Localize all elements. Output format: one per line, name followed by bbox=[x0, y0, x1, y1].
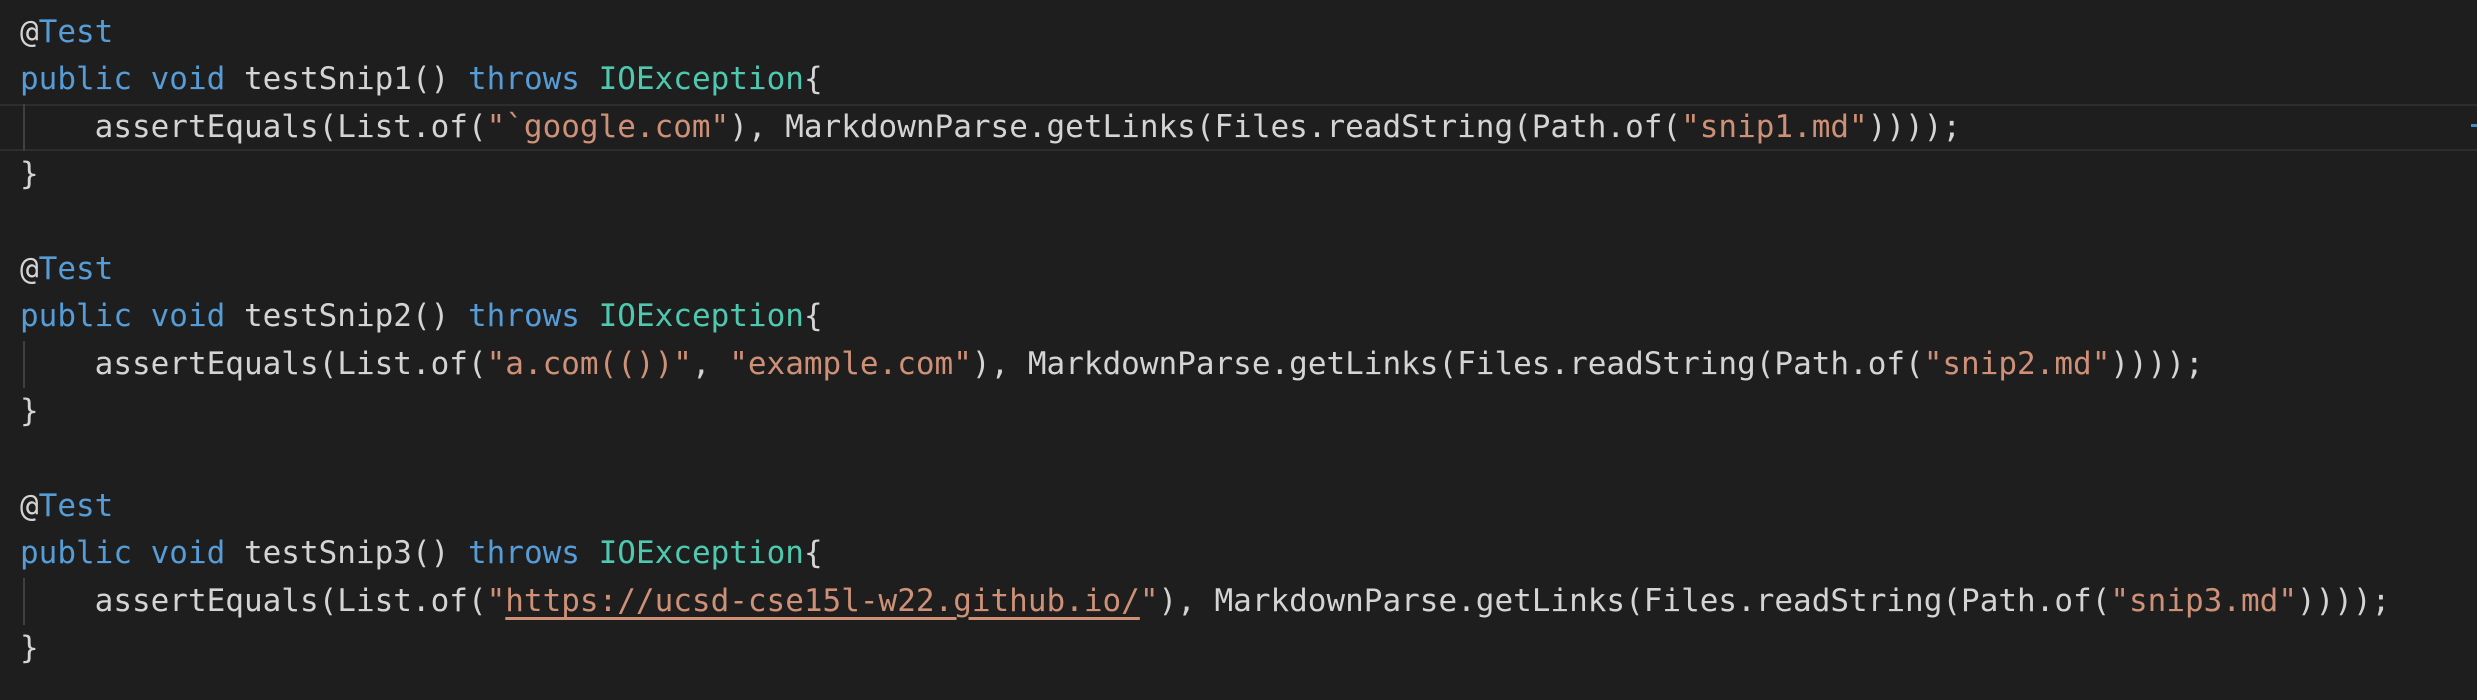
expected-url-string: "https://ucsd-cse15l-w22.github.io/" bbox=[486, 583, 1159, 619]
code-line-assert[interactable]: assertEquals(List.of("a.com(())", "examp… bbox=[20, 341, 2204, 388]
code-line-method-signature[interactable]: public void testSnip3() throws IOExcepti… bbox=[20, 530, 823, 577]
exception-type: IOException bbox=[598, 298, 804, 334]
throws-keyword: throws bbox=[467, 298, 580, 334]
test-annotation: @Test bbox=[20, 14, 114, 50]
assert-tail: )))); bbox=[1867, 109, 1962, 145]
code-line-annotation[interactable]: @Test bbox=[20, 483, 113, 530]
url-link[interactable]: https://ucsd-cse15l-w22.github.io/ bbox=[505, 583, 1140, 619]
code-line-method-signature[interactable]: public void testSnip2() throws IOExcepti… bbox=[20, 293, 823, 340]
assert-prefix: assertEquals(List.of( bbox=[94, 109, 487, 145]
open-brace: { bbox=[803, 535, 823, 571]
test-annotation: @Test bbox=[20, 251, 114, 287]
assert-tail: )))); bbox=[2296, 583, 2391, 619]
code-line-method-signature[interactable]: public void testSnip1() throws IOExcepti… bbox=[20, 56, 823, 103]
method-name: testSnip3() bbox=[243, 535, 450, 571]
expected-string: "`google.com" bbox=[486, 109, 730, 145]
close-brace: } bbox=[20, 393, 39, 429]
expected-string: "a.com(())" bbox=[486, 346, 692, 382]
close-brace: } bbox=[20, 156, 39, 192]
expected-string: "example.com" bbox=[729, 346, 972, 382]
open-brace: { bbox=[803, 61, 823, 97]
code-line-annotation[interactable]: @Test bbox=[20, 9, 113, 56]
code-line-annotation[interactable]: @Test bbox=[20, 246, 113, 293]
scrollbar-cursor-marker bbox=[2471, 124, 2477, 127]
code-editor[interactable]: @Test public void testSnip1() throws IOE… bbox=[0, 0, 2477, 700]
method-name: testSnip2() bbox=[243, 298, 450, 334]
code-line-assert[interactable]: assertEquals(List.of("https://ucsd-cse15… bbox=[20, 578, 2391, 625]
file-arg-string: "snip2.md" bbox=[1923, 346, 2111, 382]
close-brace: } bbox=[20, 630, 39, 666]
assert-tail: )))); bbox=[2110, 346, 2204, 382]
assert-middle: ), MarkdownParse.getLinks(Files.readStri… bbox=[1158, 583, 2111, 619]
method-name: testSnip1() bbox=[243, 61, 450, 97]
assert-middle: ), MarkdownParse.getLinks(Files.readStri… bbox=[971, 346, 1924, 382]
assert-middle: ), MarkdownParse.getLinks(Files.readStri… bbox=[729, 109, 1682, 145]
exception-type: IOException bbox=[598, 535, 804, 571]
exception-type: IOException bbox=[598, 61, 804, 97]
open-brace: { bbox=[803, 298, 823, 334]
modifiers: public void bbox=[20, 61, 226, 97]
file-arg-string: "snip1.md" bbox=[1681, 109, 1868, 145]
code-line-assert[interactable]: assertEquals(List.of("`google.com"), Mar… bbox=[20, 104, 1961, 151]
modifiers: public void bbox=[20, 535, 226, 571]
throws-keyword: throws bbox=[467, 535, 580, 571]
throws-keyword: throws bbox=[467, 61, 580, 97]
code-line-close-brace[interactable]: } bbox=[20, 625, 39, 672]
test-annotation: @Test bbox=[20, 488, 114, 524]
modifiers: public void bbox=[20, 298, 226, 334]
file-arg-string: "snip3.md" bbox=[2110, 583, 2297, 619]
assert-prefix: assertEquals(List.of( bbox=[94, 346, 487, 382]
code-line-close-brace[interactable]: } bbox=[20, 388, 39, 435]
arg-separator: , bbox=[691, 346, 730, 382]
code-line-close-brace[interactable]: } bbox=[20, 151, 39, 198]
assert-prefix: assertEquals(List.of( bbox=[94, 583, 487, 619]
